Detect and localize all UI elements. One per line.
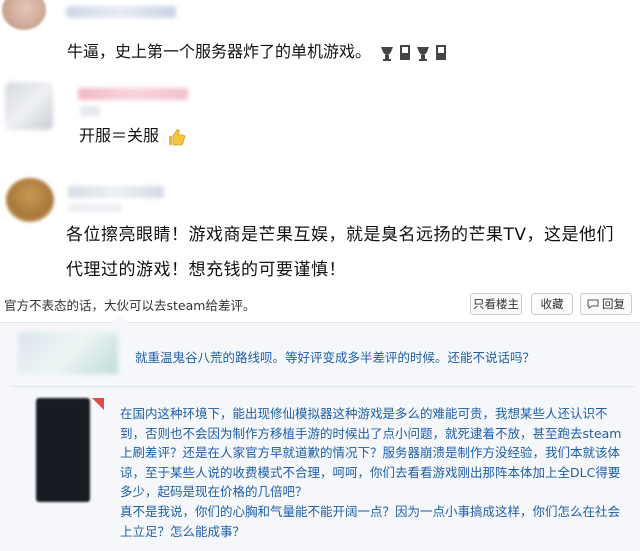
username-blurred[interactable] (78, 88, 188, 100)
comment-1-text: 牛逼，史上第一个服务器炸了的单机游戏。 (67, 42, 372, 61)
corner-badge (92, 398, 104, 410)
badge-blurred (80, 106, 100, 116)
comment-2-text: 开服＝关服 (79, 126, 160, 145)
avatar[interactable] (2, 0, 46, 30)
reply-2-line: 谅，至于某些人说的收费模式不合理，呵呵，你们去看看游戏刚出那阵本体加上全DLC得… (120, 464, 621, 480)
reply-2-line: 上刷差评？还是在人家官方早就道歉的情况下？服务器崩溃是制作方没经验，我们本就该体 (120, 445, 621, 461)
reply-2-line: 真不是我说，你们的心胸和气量能不能开阔一点？因为一点小事搞成这样，你们怎么在社会 (120, 503, 621, 519)
reply-2-body: 在国内这种环境下，能出现修仙模拟器这种游戏是多么的难能可贵，我想某些人还认识不 … (120, 404, 621, 541)
reply-2-line: 在国内这种环境下，能出现修仙模拟器这种游戏是多么的难能可贵，我想某些人还认识不 (120, 406, 608, 421)
reply-label: 回复 (602, 297, 625, 311)
thumbs-up-icon (169, 128, 186, 145)
username-blurred[interactable] (68, 186, 164, 198)
reply-button[interactable]: 回复 (580, 293, 632, 315)
badge-blurred (68, 204, 122, 212)
reply-2-line: 多少，起码是现在价格的几倍吧？ (120, 484, 308, 500)
divider (10, 386, 635, 387)
reply-2-line: 到，否则也不会因为制作方移植手游的时候出了点小问题，就死逮着不放，甚至跑去ste… (120, 425, 622, 441)
avatar[interactable] (18, 332, 118, 374)
username-blurred[interactable] (66, 6, 176, 18)
comment-text: 牛逼，史上第一个服务器炸了的单机游戏。 (67, 38, 457, 62)
owner-only-button[interactable]: 只看楼主 (470, 293, 522, 315)
collect-button[interactable]: 收藏 (531, 293, 573, 315)
reply-icon (587, 299, 599, 309)
comment-3-line-1: 各位擦亮眼睛！游戏商是芒果互娱，就是臭名远扬的芒果TV，这是他们 (66, 225, 615, 245)
comment-text: 开服＝关服 (79, 122, 186, 146)
reply-2-line: 上立足？怎么能成事？ (120, 523, 246, 539)
featured-comment-text: 官方不表态的话，大伙可以去steam给差评。 (4, 298, 256, 313)
avatar[interactable] (6, 178, 54, 222)
comment-3-line-2: 代理过的游戏！想充钱的可要谨慎！ (66, 260, 346, 280)
reply-panel-notch (112, 315, 128, 323)
avatar[interactable] (36, 398, 90, 502)
reply-1-text: 就重温鬼谷八荒的路线呗。等好评变成多半差评的时候。还能不说话吗？ (135, 350, 536, 365)
emoji-icon (381, 44, 447, 61)
avatar[interactable] (5, 82, 53, 130)
